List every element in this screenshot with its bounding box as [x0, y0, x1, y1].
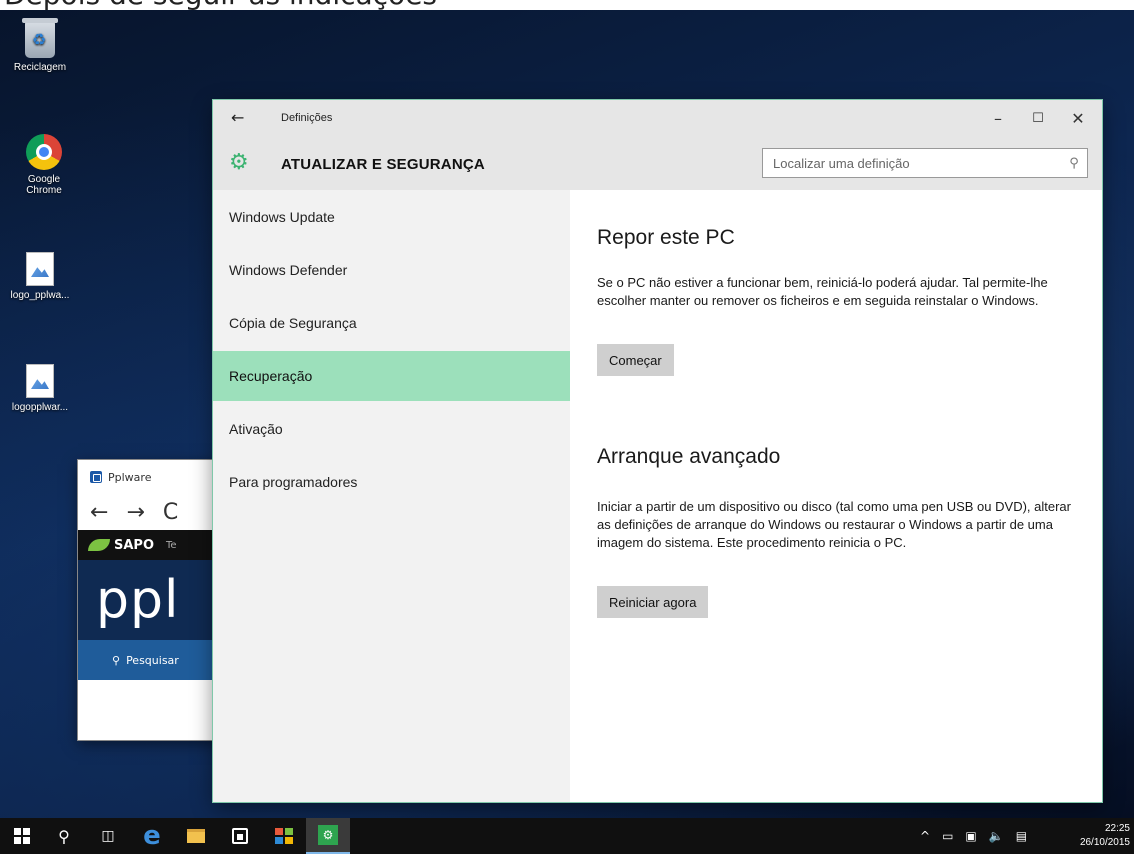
task-view-button[interactable]: ◫	[86, 818, 130, 854]
site-search-label: Pesquisar	[126, 653, 179, 667]
store-bag-icon	[232, 828, 248, 844]
advanced-startup-description: Iniciar a partir de um dispositivo ou di…	[597, 499, 1071, 550]
sidebar-item-label: Recuperação	[229, 368, 313, 384]
search-icon[interactable]: ⚲	[1061, 156, 1087, 171]
sidebar-item-windows-defender[interactable]: Windows Defender	[213, 245, 570, 295]
recycle-bin-icon	[22, 18, 58, 58]
image-file-icon	[26, 364, 54, 398]
sidebar-item-recovery[interactable]: Recuperação	[213, 351, 570, 401]
file-explorer-taskbar-button[interactable]	[174, 818, 218, 854]
chevron-up-icon[interactable]: ^	[920, 829, 930, 843]
close-button[interactable]: ✕	[1058, 104, 1098, 132]
desktop-icon-logopplware[interactable]: logopplwar...	[0, 364, 80, 413]
sapo-leaf-icon	[88, 539, 110, 551]
task-view-icon: ◫	[101, 828, 115, 844]
desktop: Depois de seguir as indicações Reciclage…	[0, 0, 1134, 818]
colored-tiles-icon	[275, 828, 293, 844]
restart-now-button[interactable]: Reiniciar agora	[597, 586, 709, 618]
desktop-icon-label: logopplwar...	[11, 402, 69, 413]
folder-icon	[187, 829, 205, 843]
forward-arrow-icon[interactable]: →	[126, 500, 144, 525]
window-title: Definições	[281, 112, 333, 124]
image-file-icon	[26, 252, 54, 286]
section-title: ATUALIZAR E SEGURANÇA	[281, 156, 485, 173]
clock-date: 26/10/2015	[1079, 837, 1130, 848]
search-icon: ⚲	[58, 826, 70, 846]
sidebar-item-label: Ativação	[229, 421, 283, 437]
clock[interactable]: 22:25 26/10/2015	[1080, 822, 1130, 850]
network-icon[interactable]: ▣	[965, 829, 976, 843]
settings-search[interactable]: ⚲	[762, 148, 1088, 178]
sapo-suffix: Te	[166, 539, 177, 551]
desktop-icon-recycle-bin[interactable]: Reciclagem	[0, 18, 80, 73]
minimize-button[interactable]: –	[978, 104, 1018, 132]
pplware-favicon-icon	[90, 471, 102, 483]
reset-pc-description: Se o PC não estiver a funcionar bem, rei…	[597, 275, 1048, 308]
system-tray: ^ ▭ ▣ 🔈 ▤	[920, 818, 1027, 854]
battery-icon[interactable]: ▭	[942, 829, 953, 843]
desktop-icon-label: Google Chrome	[26, 174, 62, 196]
apps-taskbar-button[interactable]	[262, 818, 306, 854]
back-arrow-icon[interactable]: ←	[90, 500, 108, 525]
edge-taskbar-button[interactable]: e	[130, 818, 174, 854]
sidebar-item-backup[interactable]: Cópia de Segurança	[213, 298, 570, 348]
taskbar: ⚲ ◫ e ⚙ ^ ▭ ▣ 🔈 ▤ 22:25 26/10/2015	[0, 818, 1134, 854]
get-started-button[interactable]: Começar	[597, 344, 674, 376]
chrome-icon	[26, 134, 62, 170]
settings-gear-icon: ⚙	[318, 825, 338, 845]
browser-tab-title: Pplware	[108, 470, 152, 484]
gear-icon: ⚙	[229, 150, 249, 175]
clock-time: 22:25	[1104, 823, 1130, 834]
windows-logo-icon	[14, 828, 30, 844]
sapo-label[interactable]: SAPO	[114, 538, 154, 553]
sidebar-item-label: Para programadores	[229, 474, 358, 490]
search-taskbar-button[interactable]: ⚲	[42, 818, 86, 854]
sidebar-item-label: Cópia de Segurança	[229, 315, 357, 331]
settings-header: ⚙ ATUALIZAR E SEGURANÇA ⚲	[213, 140, 1102, 190]
desktop-icon-label: logo_pplwa...	[10, 290, 70, 301]
settings-window: ← Definições – ☐ ✕ ⚙ ATUALIZAR E SEGURAN…	[213, 100, 1102, 802]
back-arrow-icon[interactable]: ←	[231, 108, 244, 127]
store-taskbar-button[interactable]	[218, 818, 262, 854]
notifications-icon[interactable]: ▤	[1016, 829, 1027, 843]
maximize-button[interactable]: ☐	[1018, 104, 1058, 132]
desktop-icon-logo-pplware[interactable]: logo_pplwa...	[0, 252, 80, 301]
sidebar-item-developers[interactable]: Para programadores	[213, 457, 570, 507]
start-button[interactable]	[0, 818, 44, 854]
settings-taskbar-button[interactable]: ⚙	[306, 818, 350, 854]
edge-icon: e	[143, 821, 161, 851]
reload-icon[interactable]: C	[163, 500, 178, 525]
search-icon: ⚲	[112, 653, 121, 667]
caption-band: Depois de seguir as indicações	[0, 0, 1134, 10]
desktop-icon-label: Reciclagem	[13, 62, 67, 73]
sidebar-item-activation[interactable]: Ativação	[213, 404, 570, 454]
search-input[interactable]	[763, 150, 1061, 176]
title-bar: ← Definições – ☐ ✕	[213, 100, 1102, 140]
caption-text: Depois de seguir as indicações	[4, 0, 437, 10]
sidebar-item-windows-update[interactable]: Windows Update	[213, 192, 570, 242]
settings-sidebar: Windows Update Windows Defender Cópia de…	[213, 190, 570, 802]
sidebar-item-label: Windows Defender	[229, 262, 348, 278]
desktop-icon-chrome[interactable]: Google Chrome	[4, 134, 84, 196]
reset-pc-heading: Repor este PC	[597, 226, 735, 249]
sidebar-item-label: Windows Update	[229, 209, 335, 225]
volume-icon[interactable]: 🔈	[989, 829, 1004, 843]
advanced-startup-heading: Arranque avançado	[597, 445, 781, 468]
recovery-content: Repor este PC Se o PC não estiver a func…	[570, 190, 1102, 802]
